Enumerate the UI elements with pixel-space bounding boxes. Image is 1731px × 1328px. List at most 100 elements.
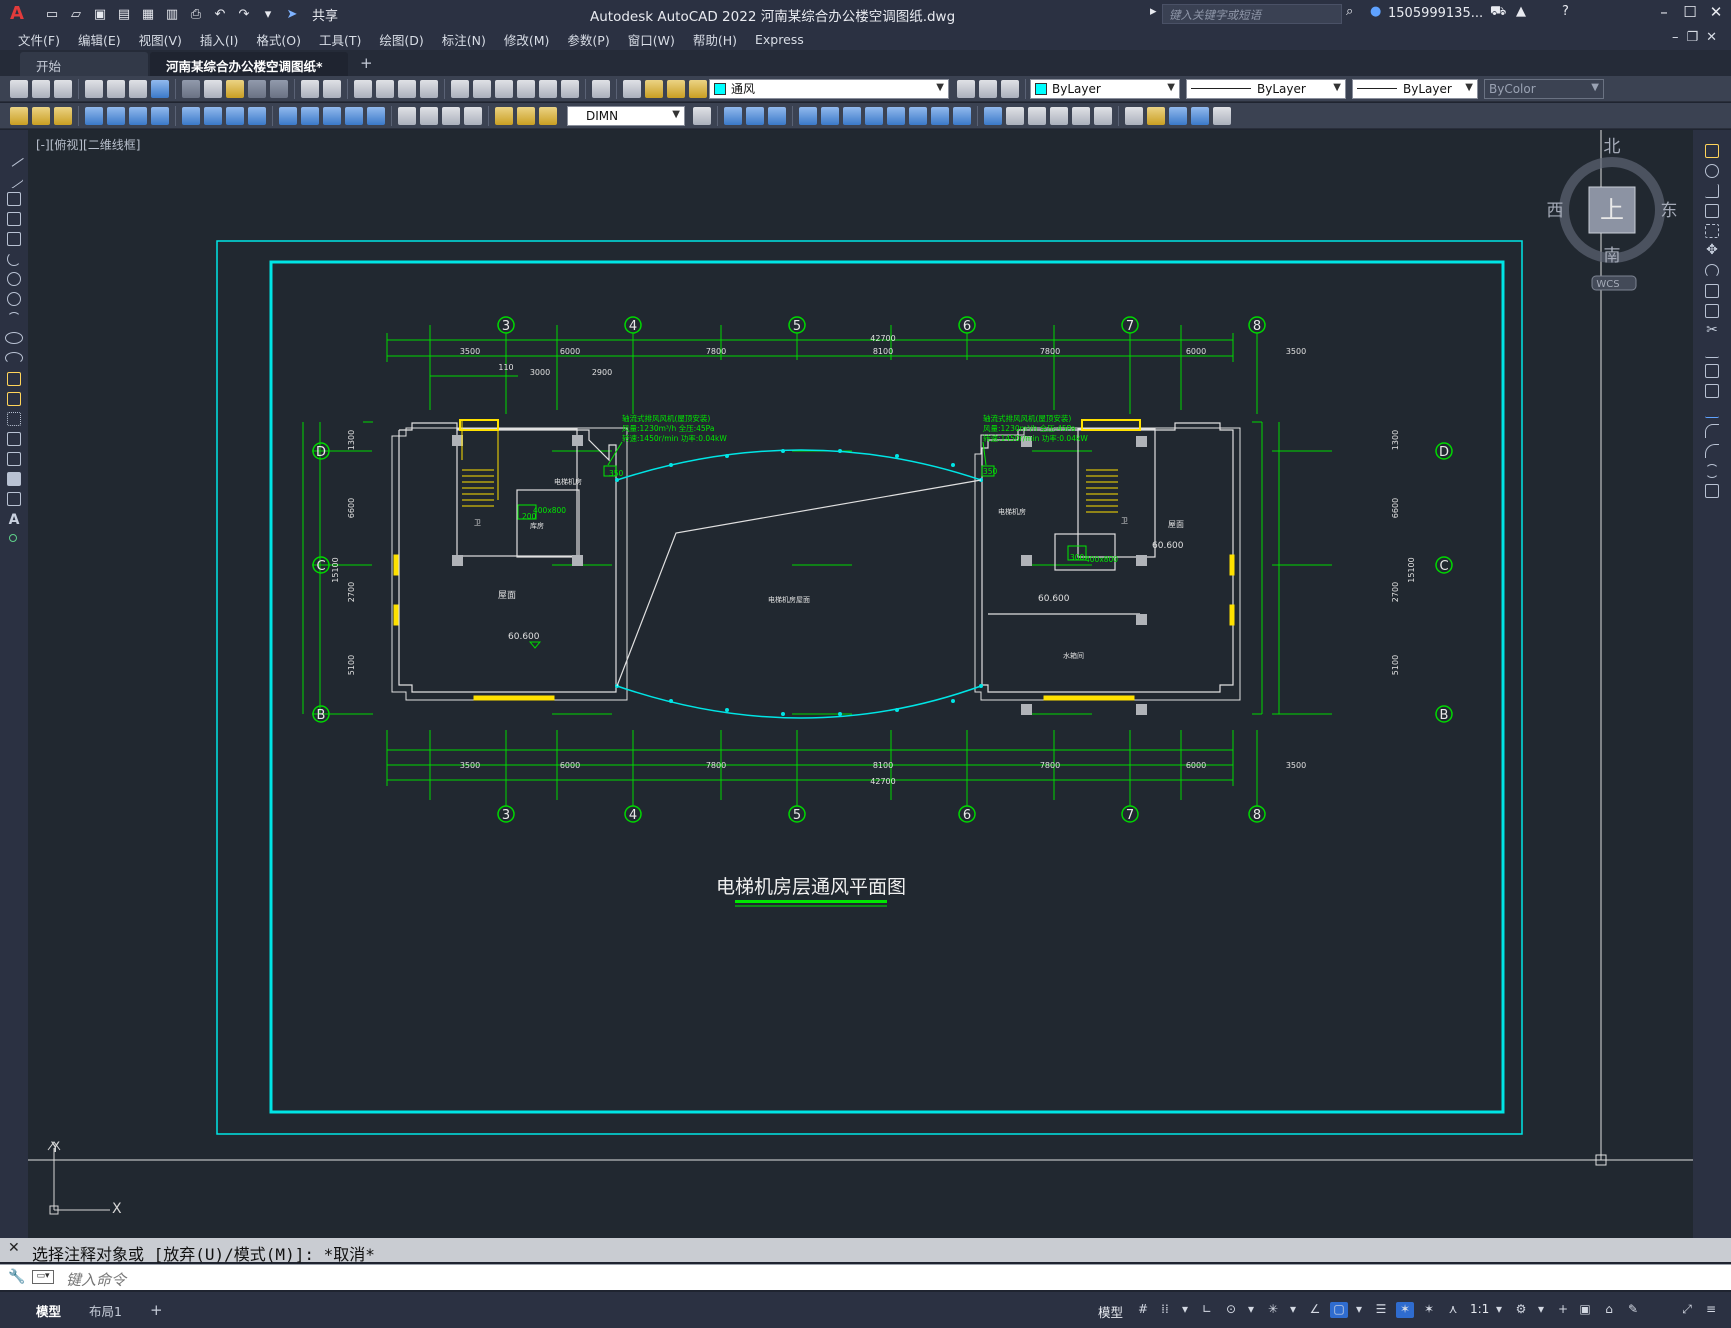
tab-model[interactable]: 模型 [24, 1297, 73, 1324]
render-icon[interactable] [1028, 106, 1046, 125]
break-icon[interactable] [1705, 384, 1719, 398]
quick-dimension-icon[interactable] [279, 106, 297, 125]
plotstyle-dropdown[interactable]: ByColor ▼ [1484, 78, 1604, 99]
customize-qat-icon[interactable]: ▾ [258, 4, 278, 24]
maximize-icon[interactable]: ☐ [1678, 3, 1702, 25]
move-icon[interactable]: ✥ [1705, 242, 1719, 258]
cleanscreen-icon[interactable] [54, 106, 72, 125]
viewcube-top[interactable]: 上 [1600, 196, 1624, 224]
object-snap-tracking-icon[interactable]: ∠ [1306, 1302, 1324, 1318]
ortho-icon[interactable]: ∟ [1198, 1302, 1216, 1318]
add-icon[interactable]: + [1554, 1302, 1572, 1318]
properties-icon[interactable] [451, 79, 469, 98]
ucs-object-icon[interactable] [821, 106, 839, 125]
new-tab-button[interactable]: + [350, 54, 383, 76]
autocad-logo-icon[interactable]: A [6, 3, 28, 25]
clean-screen-icon[interactable]: ✎ [1624, 1302, 1642, 1318]
visual-style-icon[interactable] [1006, 106, 1024, 125]
close-command-line-icon[interactable]: ✕ [8, 1240, 20, 1256]
region-icon[interactable] [7, 472, 21, 486]
web-open-icon[interactable]: ▦ [138, 4, 158, 24]
ucs-3point-icon[interactable] [909, 106, 927, 125]
chamfer-icon[interactable] [1705, 424, 1719, 438]
drawing-canvas[interactable]: [-][俯视][二维线框] Y X 上 北 南 东 西 WCS 3 4 5 6 … [28, 130, 1693, 1238]
share-icon[interactable]: ➤ [282, 4, 302, 24]
ucs-world-icon[interactable] [746, 106, 764, 125]
quickcalc-icon[interactable] [561, 79, 579, 98]
menu-file[interactable]: 文件(F) [0, 30, 69, 49]
inspection-icon[interactable] [442, 106, 460, 125]
menu-window[interactable]: 窗口(W) [619, 30, 684, 49]
layer-properties-icon[interactable] [623, 79, 641, 98]
baseline-dimension-icon[interactable] [301, 106, 319, 125]
view-icon[interactable] [1050, 106, 1068, 125]
zoom-previous-icon[interactable] [420, 79, 438, 98]
polar-icon[interactable]: ⊙ [1222, 1302, 1240, 1318]
linear-dimension-icon[interactable] [85, 106, 103, 125]
hardware-acceleration-icon[interactable]: ⌂ [1600, 1302, 1618, 1318]
user-icon[interactable]: ● [1370, 4, 1381, 19]
menu-draw[interactable]: 绘图(D) [370, 30, 432, 49]
command-input[interactable]: 🔧 ▭▾ 键入命令 [0, 1264, 1731, 1290]
share-label[interactable]: 共享 [312, 5, 338, 24]
color-dropdown[interactable]: ByLayer ▼ [1030, 78, 1180, 99]
save-icon[interactable]: ▣ [90, 4, 110, 24]
chevron-down-icon[interactable]: ▾ [1284, 1302, 1302, 1318]
tool-palettes-icon[interactable] [495, 79, 513, 98]
orbit-icon[interactable] [1072, 106, 1090, 125]
plot-preview-icon[interactable] [107, 79, 125, 98]
rectangle-icon[interactable] [7, 232, 21, 246]
redo-icon[interactable] [323, 79, 341, 98]
make-current-layer-icon[interactable] [957, 79, 975, 98]
search-input[interactable]: 键入关键字或短语 [1162, 4, 1342, 24]
attach-icon[interactable] [1147, 106, 1165, 125]
erase-icon[interactable] [1705, 144, 1719, 158]
menu-modify[interactable]: 修改(M) [495, 30, 559, 49]
scale-icon[interactable] [1705, 284, 1719, 298]
menu-tools[interactable]: 工具(T) [310, 30, 370, 49]
tab-drawing[interactable]: 河南某综合办公楼空调图纸* ✕ [150, 52, 348, 90]
dimension-update-icon[interactable] [539, 106, 557, 125]
spline-icon[interactable] [7, 312, 21, 326]
annotation-visibility-icon[interactable]: ✶ [1396, 1302, 1414, 1318]
layer-state-icon[interactable] [1001, 79, 1019, 98]
undo-icon[interactable]: ↶ [210, 4, 230, 24]
zoom-realtime-icon[interactable] [376, 79, 394, 98]
menu-format[interactable]: 格式(O) [247, 30, 310, 49]
blend-curves-icon[interactable] [1705, 464, 1719, 478]
ucs-x-icon[interactable] [931, 106, 949, 125]
close-icon[interactable]: ✕ [1704, 3, 1728, 25]
linetype-dropdown[interactable]: ByLayer ▼ [1186, 78, 1346, 99]
wcs-menu[interactable]: WCS [1596, 279, 1619, 290]
sheet-set-icon[interactable] [517, 79, 535, 98]
snap-icon[interactable]: ⁞⁞ [1156, 1302, 1174, 1318]
array-icon[interactable] [1705, 224, 1719, 238]
chevron-down-icon[interactable]: ▾ [1176, 1302, 1194, 1318]
point-icon[interactable] [7, 412, 21, 426]
open-icon[interactable] [32, 79, 50, 98]
workspace-settings-icon[interactable] [32, 106, 50, 125]
make-block-icon[interactable] [7, 392, 21, 406]
match-properties-icon[interactable] [248, 79, 266, 98]
minimize-icon[interactable]: – [1652, 3, 1676, 25]
markup-icon[interactable] [539, 79, 557, 98]
object-snap-icon[interactable]: ▢ [1330, 1302, 1348, 1318]
tab-start[interactable]: 开始 [20, 52, 148, 76]
viewcube-south[interactable]: 南 [1604, 246, 1621, 266]
customization-menu-icon[interactable]: ≡ [1702, 1302, 1720, 1318]
ucs-face-icon[interactable] [799, 106, 817, 125]
redo-icon[interactable]: ↷ [234, 4, 254, 24]
insert-block-icon[interactable] [1125, 106, 1143, 125]
annotation-scale-value[interactable]: 1:1 [1470, 1302, 1489, 1316]
dimstyle-dropdown[interactable]: DIMN ▼ [567, 105, 685, 126]
viewcube-east[interactable]: 东 [1661, 201, 1678, 221]
design-center-icon[interactable] [473, 79, 491, 98]
named-ucs-icon[interactable] [984, 106, 1002, 125]
add-layout-button[interactable]: + [138, 1297, 175, 1323]
radius-dimension-icon[interactable] [182, 106, 200, 125]
save-icon[interactable] [54, 79, 72, 98]
search-icon[interactable]: ⌕ [1346, 4, 1353, 19]
circle-icon[interactable] [7, 272, 21, 286]
viewcube-west[interactable]: 西 [1547, 201, 1564, 221]
ordinate-dimension-icon[interactable] [151, 106, 169, 125]
